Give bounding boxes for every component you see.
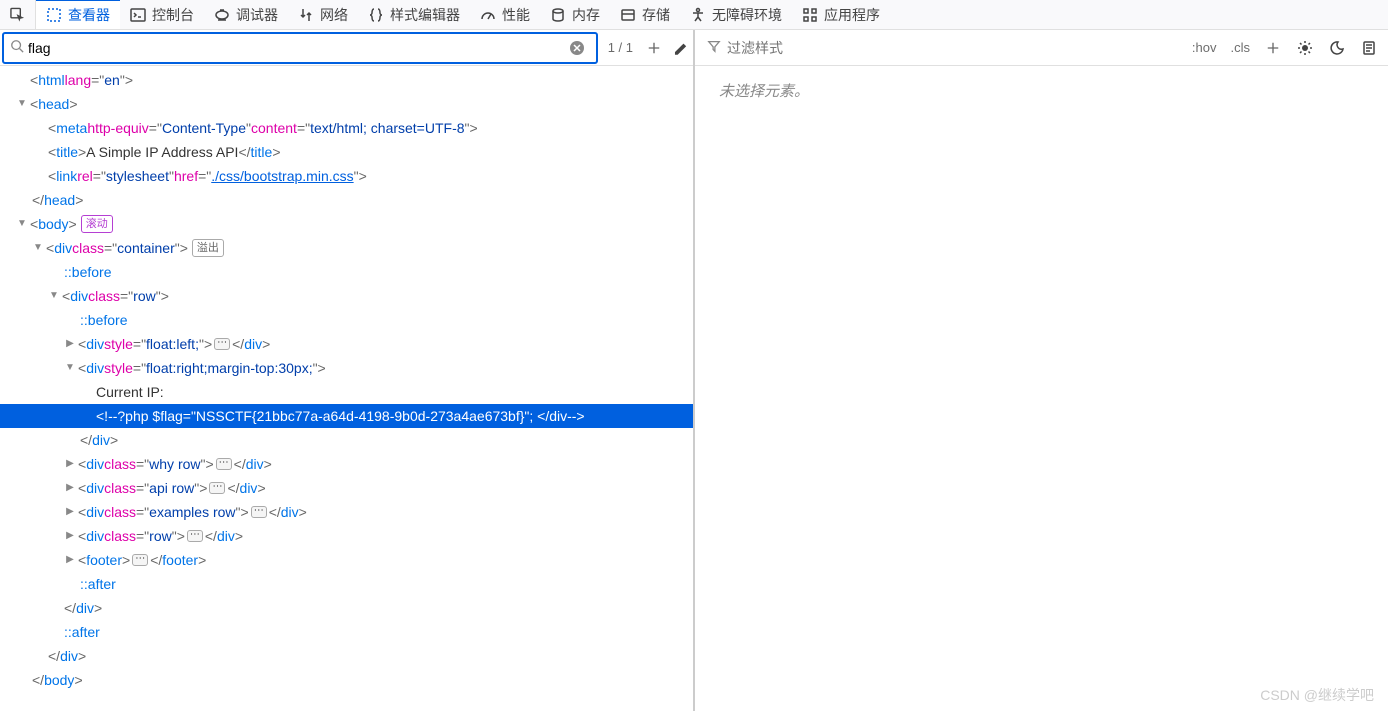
tab-console[interactable]: 控制台 <box>120 0 204 30</box>
main-area: 1 / 1 <html lang="en"> ▼<head> <meta htt… <box>0 30 1388 711</box>
search-box <box>2 32 598 64</box>
dom-node[interactable]: ▼<div class="container">溢出 <box>0 236 693 260</box>
expand-toggle[interactable]: ▶ <box>64 548 76 572</box>
cls-toggle[interactable]: .cls <box>1227 40 1255 55</box>
ellipsis-icon[interactable]: ⋯ <box>209 482 225 494</box>
search-row: 1 / 1 <box>0 30 693 66</box>
expand-toggle[interactable]: ▼ <box>32 236 44 260</box>
dom-node[interactable]: ::after <box>0 620 693 644</box>
ellipsis-icon[interactable]: ⋯ <box>216 458 232 470</box>
dom-node[interactable]: ▶<div style="float:left;">⋯</div> <box>0 332 693 356</box>
tab-inspector[interactable]: 查看器 <box>36 0 120 29</box>
dom-node[interactable]: </body> <box>0 668 693 692</box>
dom-node[interactable]: ::before <box>0 308 693 332</box>
watermark-text: CSDN @继续学吧 <box>1260 685 1374 705</box>
filter-styles-input[interactable] <box>727 40 1176 56</box>
dom-node[interactable]: <html lang="en"> <box>0 68 693 92</box>
ellipsis-icon[interactable]: ⋯ <box>132 554 148 566</box>
tab-label: 样式编辑器 <box>390 5 460 25</box>
ellipsis-icon[interactable]: ⋯ <box>187 530 203 542</box>
dom-node[interactable]: </div> <box>0 596 693 620</box>
tab-label: 查看器 <box>68 5 110 25</box>
tab-memory[interactable]: 内存 <box>540 0 610 30</box>
dom-node[interactable]: </head> <box>0 188 693 212</box>
expand-toggle[interactable]: ▶ <box>64 452 76 476</box>
dom-node[interactable]: <title>A Simple IP Address API</title> <box>0 140 693 164</box>
tab-network[interactable]: 网络 <box>288 0 358 30</box>
dom-node[interactable]: ▶<footer>⋯</footer> <box>0 548 693 572</box>
tab-application[interactable]: 应用程序 <box>792 0 890 30</box>
devtools-toolbar: 查看器 控制台 调试器 网络 样式编辑器 性能 内存 存储 无障碍环境 应用程序 <box>0 0 1388 30</box>
dom-node[interactable]: ▶<div class="why row">⋯</div> <box>0 452 693 476</box>
overflow-badge: 溢出 <box>192 239 224 257</box>
tab-storage[interactable]: 存储 <box>610 0 680 30</box>
add-rule-button[interactable] <box>1260 35 1286 61</box>
dom-node[interactable]: ▶<div class="examples row">⋯</div> <box>0 500 693 524</box>
expand-toggle[interactable]: ▼ <box>48 284 60 308</box>
dom-node[interactable]: <meta http-equiv="Content-Type" content=… <box>0 116 693 140</box>
expand-toggle[interactable]: ▼ <box>64 356 76 380</box>
tab-label: 调试器 <box>236 5 278 25</box>
tab-accessibility[interactable]: 无障碍环境 <box>680 0 792 30</box>
filter-icon <box>707 39 721 56</box>
print-media-icon[interactable] <box>1356 35 1382 61</box>
tab-label: 应用程序 <box>824 5 880 25</box>
hov-toggle[interactable]: :hov <box>1188 40 1221 55</box>
ellipsis-icon[interactable]: ⋯ <box>251 506 267 518</box>
dom-node[interactable]: ▼<head> <box>0 92 693 116</box>
styles-panel: :hov .cls 未选择元素。 <box>695 30 1388 711</box>
dom-node[interactable]: ▶<div class="row">⋯</div> <box>0 524 693 548</box>
dom-node[interactable]: </div> <box>0 428 693 452</box>
dom-node[interactable]: ▼<body>滚动 <box>0 212 693 236</box>
dark-theme-icon[interactable] <box>1324 35 1350 61</box>
tab-style-editor[interactable]: 样式编辑器 <box>358 0 470 30</box>
expand-toggle[interactable]: ▶ <box>64 476 76 500</box>
ellipsis-icon[interactable]: ⋯ <box>214 338 230 350</box>
search-result-count: 1 / 1 <box>600 40 641 55</box>
tab-label: 网络 <box>320 5 348 25</box>
light-theme-icon[interactable] <box>1292 35 1318 61</box>
dom-node[interactable]: ▼<div class="row"> <box>0 284 693 308</box>
dom-node[interactable]: </div> <box>0 644 693 668</box>
dom-node[interactable]: <link rel="stylesheet" href="./css/boots… <box>0 164 693 188</box>
dom-tree[interactable]: <html lang="en"> ▼<head> <meta http-equi… <box>0 66 693 711</box>
dom-node[interactable]: ::after <box>0 572 693 596</box>
expand-toggle[interactable]: ▼ <box>16 212 28 236</box>
dom-node-selected[interactable]: <!--?php $flag="NSSCTF{21bbc77a-a64d-419… <box>0 404 693 428</box>
inspector-panel: 1 / 1 <html lang="en"> ▼<head> <meta htt… <box>0 30 695 711</box>
expand-toggle[interactable]: ▶ <box>64 524 76 548</box>
dom-node[interactable]: Current IP: <box>0 380 693 404</box>
search-input[interactable] <box>24 40 564 56</box>
tab-label: 性能 <box>502 5 530 25</box>
dom-node[interactable]: ▼<div style="float:right;margin-top:30px… <box>0 356 693 380</box>
tab-debugger[interactable]: 调试器 <box>204 0 288 30</box>
clear-search-icon[interactable] <box>564 35 590 61</box>
tab-performance[interactable]: 性能 <box>470 0 540 30</box>
expand-toggle[interactable]: ▶ <box>64 500 76 524</box>
expand-toggle[interactable]: ▶ <box>64 332 76 356</box>
eyedropper-button[interactable] <box>667 35 693 61</box>
expand-toggle[interactable]: ▼ <box>16 92 28 116</box>
scroll-badge: 滚动 <box>81 215 113 233</box>
tab-label: 无障碍环境 <box>712 5 782 25</box>
tab-label: 存储 <box>642 5 670 25</box>
element-picker-button[interactable] <box>0 0 36 30</box>
dom-node[interactable]: ::before <box>0 260 693 284</box>
tab-label: 内存 <box>572 5 600 25</box>
tab-label: 控制台 <box>152 5 194 25</box>
styles-toolbar: :hov .cls <box>695 30 1388 66</box>
filter-styles-box <box>701 39 1182 56</box>
search-icon <box>10 39 24 56</box>
no-element-selected-message: 未选择元素。 <box>695 66 1388 115</box>
dom-node[interactable]: ▶<div class="api row">⋯</div> <box>0 476 693 500</box>
add-node-button[interactable] <box>641 35 667 61</box>
